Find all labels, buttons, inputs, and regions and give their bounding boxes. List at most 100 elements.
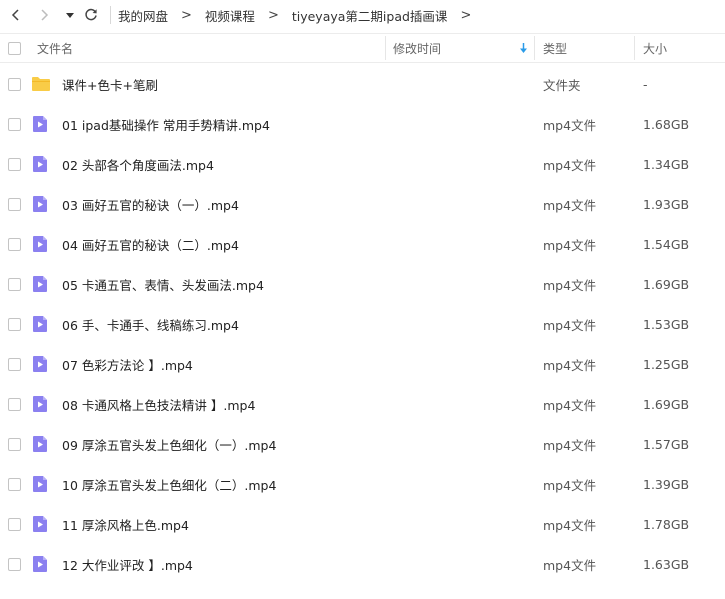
row-checkbox[interactable]	[8, 278, 21, 291]
row-checkbox[interactable]	[8, 238, 21, 251]
refresh-icon	[85, 8, 97, 21]
file-name[interactable]: 06 手、卡通手、线稿练习.mp4	[62, 304, 239, 344]
file-list-header: 文件名 修改时间 类型 大小	[0, 33, 725, 63]
column-divider[interactable]	[634, 36, 635, 60]
file-row[interactable]: 课件+色卡+笔刷 文件夹 -	[0, 64, 725, 104]
breadcrumb: 我的网盘 > 视频课程 > tiyeyaya第二期ipad插画课 >	[114, 0, 480, 30]
row-checkbox[interactable]	[8, 158, 21, 171]
file-row[interactable]: 09 厚涂五官头发上色细化（一）.mp4 mp4文件 1.57GB	[0, 424, 725, 464]
video-file-icon	[32, 195, 50, 213]
video-file-icon	[32, 475, 50, 493]
file-name[interactable]: 11 厚涂风格上色.mp4	[62, 504, 189, 544]
file-type: mp4文件	[543, 157, 597, 173]
file-size: -	[643, 76, 648, 92]
file-type: mp4文件	[543, 357, 597, 373]
video-file-icon	[32, 395, 50, 413]
history-dropdown[interactable]	[60, 5, 80, 25]
row-checkbox[interactable]	[8, 118, 21, 131]
row-checkbox[interactable]	[8, 398, 21, 411]
video-file-icon	[32, 115, 50, 133]
file-name[interactable]: 09 厚涂五官头发上色细化（一）.mp4	[62, 424, 276, 464]
file-type: 文件夹	[543, 77, 581, 93]
file-type: mp4文件	[543, 277, 597, 293]
back-button[interactable]	[6, 5, 26, 25]
file-name[interactable]: 课件+色卡+笔刷	[62, 64, 158, 104]
toolbar: 我的网盘 > 视频课程 > tiyeyaya第二期ipad插画课 >	[0, 0, 725, 30]
video-file-icon	[32, 555, 50, 573]
video-file-icon	[32, 275, 50, 293]
file-row[interactable]: 05 卡通五官、表情、头发画法.mp4 mp4文件 1.69GB	[0, 264, 725, 304]
video-file-icon	[32, 355, 50, 373]
file-size: 1.57GB	[643, 436, 690, 452]
file-name[interactable]: 07 色彩方法论 】.mp4	[62, 344, 193, 384]
file-row[interactable]: 06 手、卡通手、线稿练习.mp4 mp4文件 1.53GB	[0, 304, 725, 344]
video-file-icon	[32, 315, 50, 333]
file-type: mp4文件	[543, 557, 597, 573]
column-modified[interactable]: 修改时间	[393, 34, 441, 62]
file-size: 1.69GB	[643, 276, 690, 292]
column-divider[interactable]	[534, 36, 535, 60]
video-file-icon	[32, 155, 50, 173]
file-row[interactable]: 03 画好五官的秘诀（一）.mp4 mp4文件 1.93GB	[0, 184, 725, 224]
caret-down-icon	[66, 13, 74, 18]
row-checkbox[interactable]	[8, 558, 21, 571]
breadcrumb-separator: >	[460, 7, 472, 23]
file-name[interactable]: 12 大作业评改 】.mp4	[62, 544, 193, 584]
refresh-button[interactable]	[81, 5, 101, 25]
file-type: mp4文件	[543, 117, 597, 133]
file-size: 1.78GB	[643, 516, 690, 532]
file-list: 课件+色卡+笔刷 文件夹 -01 ipad基础操作 常用手势精讲.mp4 mp4文件 1…	[0, 64, 725, 584]
row-checkbox[interactable]	[8, 78, 21, 91]
file-size: 1.39GB	[643, 476, 690, 492]
file-row[interactable]: 02 头部各个角度画法.mp4 mp4文件 1.34GB	[0, 144, 725, 184]
file-row[interactable]: 01 ipad基础操作 常用手势精讲.mp4 mp4文件 1.68GB	[0, 104, 725, 144]
column-type[interactable]: 类型	[543, 34, 567, 62]
file-name[interactable]: 04 画好五官的秘诀（二）.mp4	[62, 224, 239, 264]
file-type: mp4文件	[543, 477, 597, 493]
column-size[interactable]: 大小	[643, 34, 667, 62]
row-checkbox[interactable]	[8, 478, 21, 491]
file-type: mp4文件	[543, 397, 597, 413]
file-size: 1.93GB	[643, 196, 690, 212]
file-size: 1.53GB	[643, 316, 690, 332]
file-row[interactable]: 04 画好五官的秘诀（二）.mp4 mp4文件 1.54GB	[0, 224, 725, 264]
column-divider[interactable]	[385, 36, 386, 60]
file-type: mp4文件	[543, 517, 597, 533]
file-size: 1.54GB	[643, 236, 690, 252]
forward-button[interactable]	[34, 5, 54, 25]
sort-arrow-down-icon	[520, 43, 527, 53]
file-row[interactable]: 12 大作业评改 】.mp4 mp4文件 1.63GB	[0, 544, 725, 584]
breadcrumb-item[interactable]: 我的网盘	[114, 6, 172, 25]
file-type: mp4文件	[543, 197, 597, 213]
select-all-checkbox[interactable]	[8, 42, 21, 55]
row-checkbox[interactable]	[8, 358, 21, 371]
breadcrumb-separator: >	[181, 7, 192, 23]
file-name[interactable]: 01 ipad基础操作 常用手势精讲.mp4	[62, 104, 270, 144]
file-type: mp4文件	[543, 237, 597, 253]
video-file-icon	[32, 435, 50, 453]
file-type: mp4文件	[543, 317, 597, 333]
row-checkbox[interactable]	[8, 318, 21, 331]
column-modified-sort[interactable]	[519, 34, 528, 62]
chevron-right-icon	[41, 9, 49, 21]
file-name[interactable]: 03 画好五官的秘诀（一）.mp4	[62, 184, 239, 224]
file-row[interactable]: 11 厚涂风格上色.mp4 mp4文件 1.78GB	[0, 504, 725, 544]
file-name[interactable]: 08 卡通风格上色技法精讲 】.mp4	[62, 384, 255, 424]
folder-icon	[31, 75, 50, 93]
column-name[interactable]: 文件名	[37, 34, 73, 62]
row-checkbox[interactable]	[8, 518, 21, 531]
file-type: mp4文件	[543, 437, 597, 453]
chevron-left-icon	[11, 9, 19, 21]
file-size: 1.68GB	[643, 116, 690, 132]
breadcrumb-item[interactable]: 视频课程	[201, 6, 259, 25]
file-row[interactable]: 07 色彩方法论 】.mp4 mp4文件 1.25GB	[0, 344, 725, 384]
file-name[interactable]: 05 卡通五官、表情、头发画法.mp4	[62, 264, 264, 304]
file-row[interactable]: 10 厚涂五官头发上色细化（二）.mp4 mp4文件 1.39GB	[0, 464, 725, 504]
breadcrumb-item[interactable]: tiyeyaya第二期ipad插画课	[288, 6, 452, 25]
file-row[interactable]: 08 卡通风格上色技法精讲 】.mp4 mp4文件 1.69GB	[0, 384, 725, 424]
file-name[interactable]: 10 厚涂五官头发上色细化（二）.mp4	[62, 464, 276, 504]
file-name[interactable]: 02 头部各个角度画法.mp4	[62, 144, 214, 184]
row-checkbox[interactable]	[8, 198, 21, 211]
video-file-icon	[32, 515, 50, 533]
row-checkbox[interactable]	[8, 438, 21, 451]
